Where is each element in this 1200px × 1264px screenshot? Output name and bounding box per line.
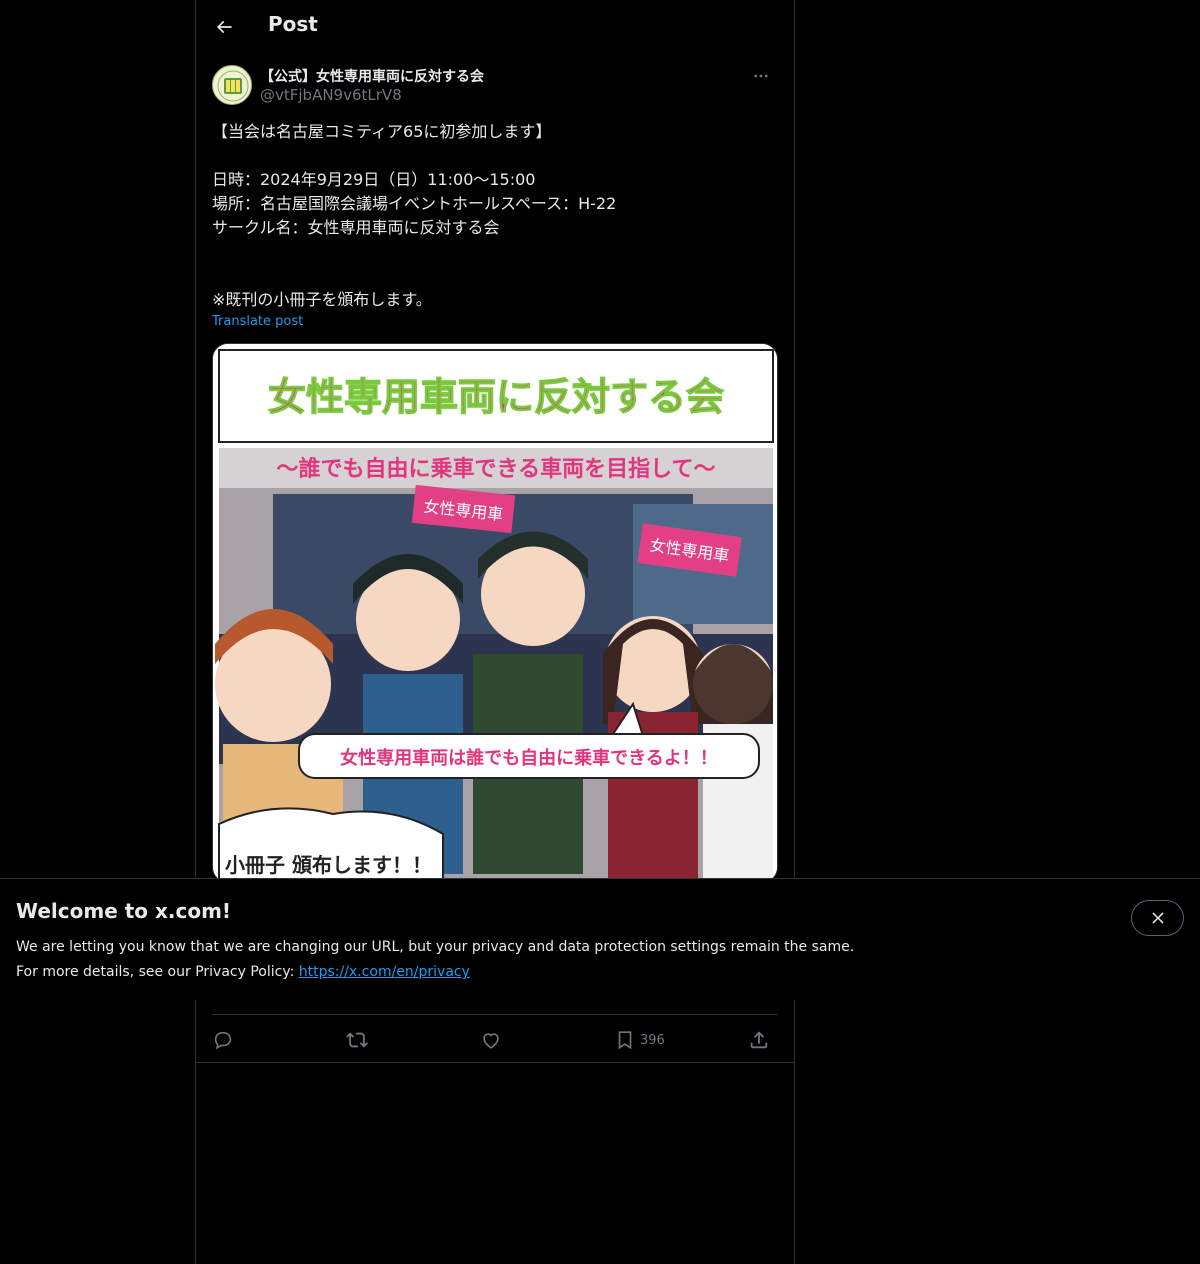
privacy-policy-link[interactable]: https://x.com/en/privacy	[299, 964, 470, 980]
media-illustration: 女性専用車両に反対する会 〜誰でも自由に乗車できる車両を目指して〜 女性専用車 …	[213, 344, 777, 882]
post-actions: 396	[212, 1014, 778, 1064]
post-text-line: サークル名：女性専用車両に反対する会	[212, 218, 500, 237]
close-banner-button[interactable]	[1131, 900, 1184, 936]
post-text: 【当会は名古屋コミティア65に初参加します】 日時：2024年9月29日（日）1…	[212, 120, 778, 312]
media-title: 女性専用車両に反対する会	[268, 375, 724, 419]
divider	[196, 1062, 794, 1063]
post-author: 【公式】女性専用車両に反対する会 @vtFjbAN9v6tLrV8	[212, 62, 778, 108]
reply-button[interactable]	[212, 1027, 234, 1053]
post-text-line: 場所：名古屋国際会議場イベントホールスペース：H-22	[212, 194, 617, 213]
like-button[interactable]	[480, 1027, 502, 1053]
back-button[interactable]	[206, 9, 242, 45]
more-icon	[754, 74, 768, 78]
post-text-line: 日時：2024年9月29日（日）11:00〜15:00	[212, 170, 536, 189]
display-name[interactable]: 【公式】女性専用車両に反対する会	[260, 66, 484, 86]
top-bar: Post	[196, 0, 794, 54]
share-icon	[750, 1031, 768, 1049]
post-text-line: ※既刊の小冊子を頒布します。	[212, 290, 432, 309]
bookmark-button[interactable]: 396	[614, 1027, 665, 1053]
translate-post-link[interactable]: Translate post	[212, 314, 303, 329]
media-speech: 女性専用車両は誰でも自由に乗車できるよ！！	[340, 747, 718, 769]
arrow-left-icon	[216, 20, 232, 34]
post-text-line: 【当会は名古屋コミティア65に初参加します】	[212, 122, 552, 141]
bookmark-icon	[618, 1031, 632, 1050]
banner-line-2: For more details, see our Privacy Policy…	[16, 960, 854, 985]
post-text-line	[212, 264, 778, 288]
heart-icon	[483, 1033, 499, 1049]
post-text-line	[212, 144, 778, 168]
banner-title: Welcome to x.com!	[16, 899, 232, 923]
repost-icon	[346, 1032, 368, 1048]
more-options-button[interactable]	[744, 62, 778, 90]
post-text-line	[212, 240, 778, 264]
post-media-image[interactable]: 女性専用車両に反対する会 〜誰でも自由に乗車できる車両を目指して〜 女性専用車 …	[212, 343, 778, 883]
media-subtitle: 〜誰でも自由に乗車できる車両を目指して〜	[277, 456, 716, 482]
banner-line-2-prefix: For more details, see our Privacy Policy…	[16, 964, 299, 980]
media-footer: 小冊子 頒布します！！	[225, 853, 432, 877]
banner-text: We are letting you know that we are chan…	[16, 935, 854, 985]
welcome-banner: Welcome to x.com! We are letting you kno…	[0, 878, 1200, 1000]
main-column: Post 【公式】女性専用車両に反対する会 @vtFjbAN9v6tLrV8 【…	[195, 0, 795, 1264]
user-handle[interactable]: @vtFjbAN9v6tLrV8	[260, 86, 402, 104]
avatar-logo	[214, 67, 251, 104]
page-title: Post	[268, 12, 318, 36]
share-button[interactable]	[748, 1027, 770, 1053]
close-icon	[1151, 912, 1164, 924]
banner-line-1: We are letting you know that we are chan…	[16, 939, 855, 955]
repost-button[interactable]	[346, 1027, 368, 1053]
avatar[interactable]	[212, 65, 252, 105]
reply-icon	[214, 1031, 232, 1050]
bookmark-count: 396	[640, 1032, 665, 1048]
